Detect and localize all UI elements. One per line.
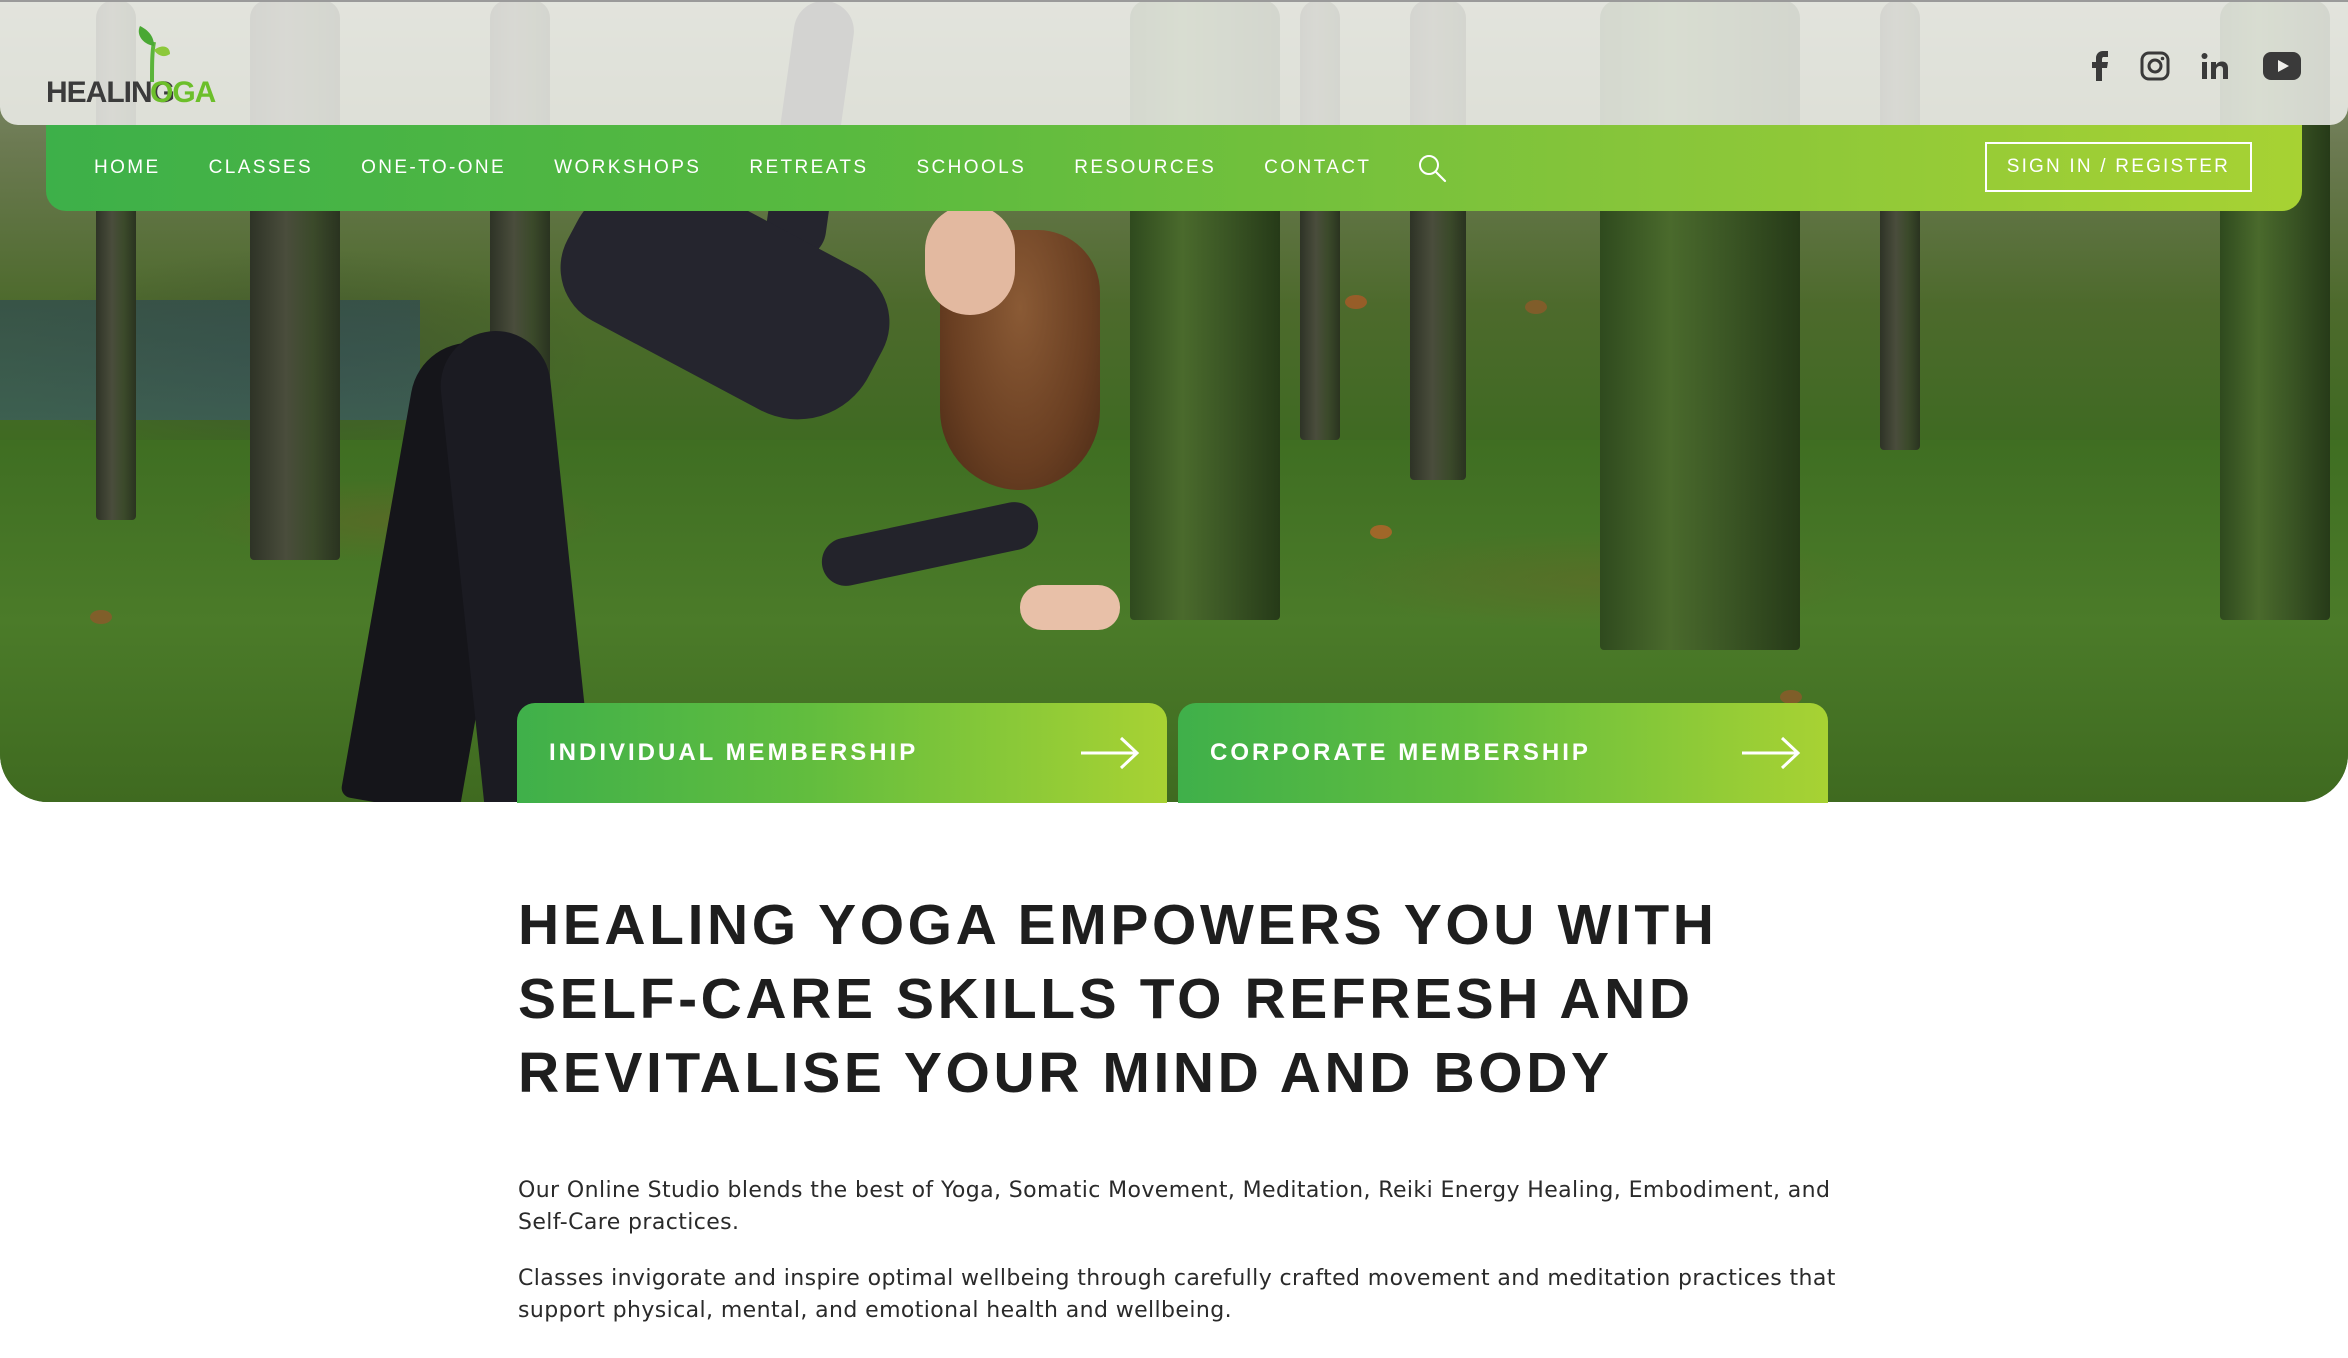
intro-paragraph: Our Online Studio blends the best of Yog… <box>518 1178 1831 1235</box>
yoga-person-face <box>925 205 1015 315</box>
nav-item-retreats[interactable]: RETREATS <box>749 157 868 179</box>
main-navigation: HOME CLASSES ONE-TO-ONE WORKSHOPS RETREA… <box>46 125 2302 211</box>
headline-line: HEALING YOGA EMPOWERS YOU WITH <box>518 893 1718 957</box>
leaf <box>1370 525 1392 539</box>
arrow-right-icon <box>1742 736 1801 770</box>
sprout-logo-icon <box>138 26 170 83</box>
nav-item-classes[interactable]: CLASSES <box>209 157 313 179</box>
headline-line: REVITALISE YOUR MIND AND BODY <box>518 1041 1613 1105</box>
individual-membership-button[interactable]: INDIVIDUAL MEMBERSHIP <box>517 703 1167 803</box>
nav-item-contact[interactable]: CONTACT <box>1264 157 1371 179</box>
sign-in-register-button[interactable]: SIGN IN / REGISTER <box>1984 142 2252 192</box>
sign-in-register-label: SIGN IN / REGISTER <box>2006 156 2230 177</box>
arrow-right-icon <box>1081 736 1140 770</box>
page-headline: HEALING YOGA EMPOWERS YOU WITH SELF-CARE… <box>518 888 1838 1110</box>
search-icon[interactable] <box>1417 153 1447 183</box>
facebook-icon[interactable] <box>2080 46 2120 86</box>
linkedin-icon[interactable] <box>2195 46 2235 86</box>
leaf <box>1780 690 1802 704</box>
nav-item-schools[interactable]: SCHOOLS <box>916 157 1026 179</box>
nav-item-home[interactable]: HOME <box>94 157 161 179</box>
headline-line: SELF-CARE SKILLS TO REFRESH AND <box>518 967 1694 1031</box>
individual-membership-label: INDIVIDUAL MEMBERSHIP <box>549 739 919 766</box>
leaf <box>1525 300 1547 314</box>
nav-item-resources[interactable]: RESOURCES <box>1074 157 1216 179</box>
corporate-membership-button[interactable]: CORPORATE MEMBERSHIP <box>1178 703 1828 803</box>
site-header: HEALING OGA <box>0 0 2348 125</box>
instagram-icon[interactable] <box>2135 46 2175 86</box>
yoga-person-hand <box>1020 585 1120 630</box>
leaf <box>90 610 112 624</box>
leaf <box>1345 295 1367 309</box>
corporate-membership-label: CORPORATE MEMBERSHIP <box>1210 739 1591 766</box>
classes-paragraph: Classes invigorate and inspire optimal w… <box>518 1266 1836 1323</box>
nav-item-workshops[interactable]: WORKSHOPS <box>554 157 701 179</box>
healing-yoga-logo[interactable]: HEALING OGA <box>46 24 216 114</box>
youtube-icon[interactable] <box>2262 46 2302 86</box>
hero-lake <box>0 300 420 420</box>
nav-item-one-to-one[interactable]: ONE-TO-ONE <box>361 157 506 179</box>
logo-text-yoga: OGA <box>150 76 216 109</box>
